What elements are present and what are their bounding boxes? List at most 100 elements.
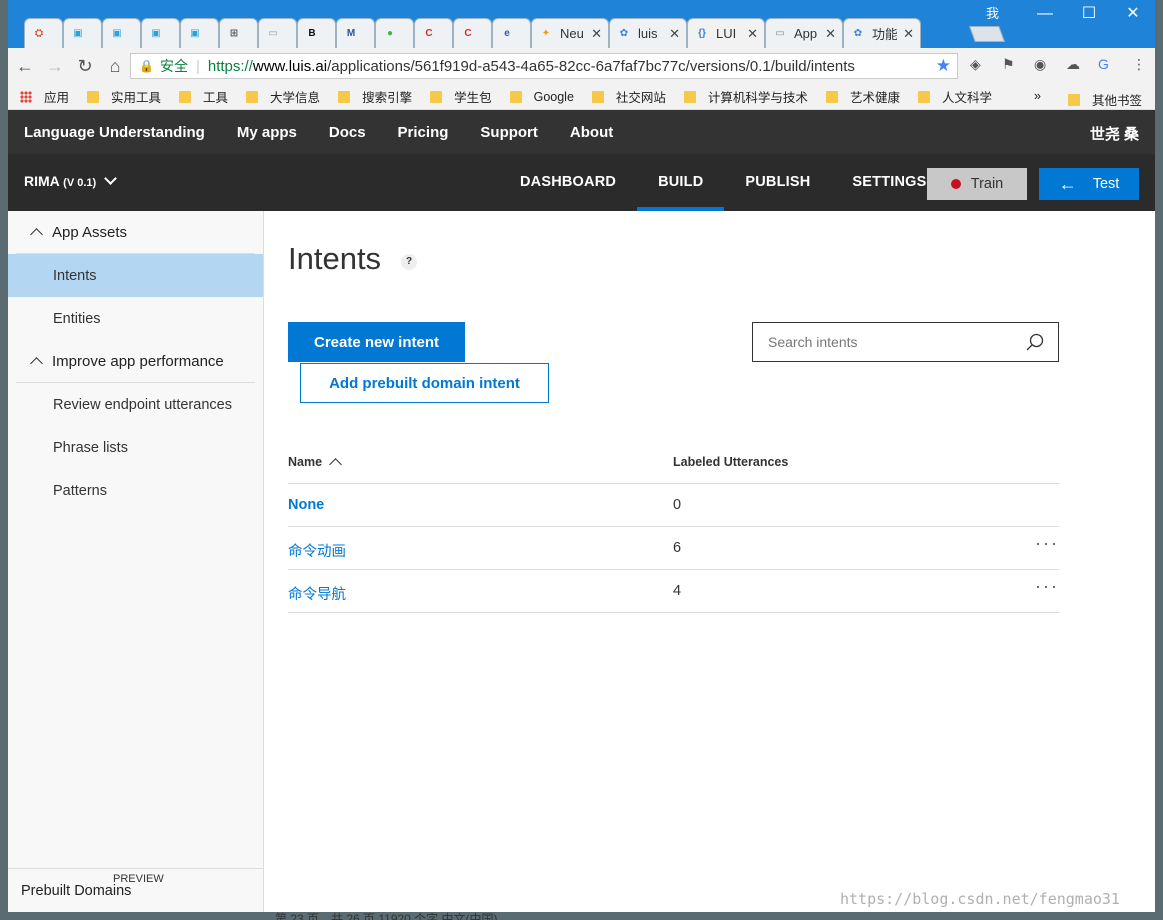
browser-tab[interactable]: {} LUI ✕ xyxy=(687,18,765,48)
profile-indicator[interactable]: 我 xyxy=(986,3,999,22)
browser-tab[interactable]: C xyxy=(414,18,453,48)
browser-tab[interactable]: e xyxy=(492,18,531,48)
close-tab-icon[interactable]: ✕ xyxy=(903,26,914,42)
column-count-header[interactable]: Labeled Utterances xyxy=(673,455,788,469)
close-tab-icon[interactable]: ✕ xyxy=(825,26,836,42)
maximize-icon[interactable]: ☐ xyxy=(1067,0,1111,30)
sidebar-section-improve[interactable]: Improve app performance xyxy=(16,340,255,383)
browser-tab[interactable]: ⛭ xyxy=(24,18,63,48)
sidebar-footer-prebuilt-domains[interactable]: PREVIEW Prebuilt Domains xyxy=(8,868,263,912)
intent-name-link[interactable]: 命令导航 xyxy=(288,583,346,604)
tab-favicon-icon: ▭ xyxy=(775,28,785,39)
sidebar-section-app-assets[interactable]: App Assets xyxy=(16,211,255,254)
sidebar-item-phrase-lists[interactable]: Phrase lists xyxy=(8,426,263,469)
browser-tab[interactable]: ▣ xyxy=(141,18,180,48)
extension-icon[interactable]: ◈ xyxy=(970,56,981,73)
create-intent-button[interactable]: Create new intent xyxy=(288,322,465,362)
browser-tab[interactable]: ▭ App ✕ xyxy=(765,18,843,48)
sidebar-item-review-endpoint[interactable]: Review endpoint utterances xyxy=(8,383,263,426)
nav-about[interactable]: About xyxy=(570,124,613,141)
browser-tab[interactable]: ▣ xyxy=(180,18,219,48)
bookmark-item[interactable]: 工具 xyxy=(179,87,228,106)
sidebar-item-entities[interactable]: Entities xyxy=(8,297,263,340)
app-selector[interactable]: RIMA (V 0.1) xyxy=(24,172,117,189)
tab-build[interactable]: BUILD xyxy=(637,154,725,211)
bookmark-item[interactable]: 应用 xyxy=(20,87,69,106)
tab-favicon-icon: C xyxy=(464,28,472,39)
intent-name-link[interactable]: 命令动画 xyxy=(288,540,346,561)
browser-tab[interactable]: C xyxy=(453,18,492,48)
bookmark-item[interactable]: 实用工具 xyxy=(87,87,161,106)
user-name[interactable]: 世尧 桑 xyxy=(1090,123,1139,144)
close-window-icon[interactable]: ✕ xyxy=(1111,0,1155,30)
nav-language-understanding[interactable]: Language Understanding xyxy=(24,124,205,141)
browser-tab[interactable]: B xyxy=(297,18,336,48)
search-icon[interactable] xyxy=(1026,333,1044,351)
tab-favicon-icon: ● xyxy=(386,28,394,39)
other-bookmarks[interactable]: 其他书签 xyxy=(1068,90,1142,109)
address-bar[interactable]: 🔒 安全 | https://www.luis.ai/applications/… xyxy=(130,53,958,79)
sidebar-item-intents[interactable]: Intents xyxy=(8,254,263,297)
minimize-icon[interactable]: — xyxy=(1023,0,1067,30)
tab-publish[interactable]: PUBLISH xyxy=(724,154,831,211)
utterance-count: 4 xyxy=(673,583,682,599)
flag-icon[interactable]: ⚑ xyxy=(1002,56,1015,73)
forward-icon[interactable]: → xyxy=(42,56,68,77)
help-icon[interactable]: ? xyxy=(401,254,417,270)
browser-tab[interactable]: ▣ xyxy=(63,18,102,48)
bookmark-item[interactable]: 艺术健康 xyxy=(825,87,900,106)
app-subnav: RIMA (V 0.1) DASHBOARD BUILD PUBLISH SET… xyxy=(8,154,1155,211)
nav-my-apps[interactable]: My apps xyxy=(237,124,297,141)
more-options-icon[interactable]: ··· xyxy=(1035,533,1059,554)
reload-icon[interactable]: ↻ xyxy=(72,56,98,77)
browser-tab[interactable]: ✿ luis ✕ xyxy=(609,18,687,48)
new-tab-button[interactable] xyxy=(969,26,1005,42)
back-icon[interactable]: ← xyxy=(12,56,38,77)
nav-pricing[interactable]: Pricing xyxy=(398,124,449,141)
bookmark-label: 实用工具 xyxy=(111,91,162,105)
cloud-icon[interactable]: ☁ xyxy=(1066,56,1080,73)
browser-tab[interactable]: ✿ 功能 ✕ xyxy=(843,18,921,48)
bookmark-star-icon[interactable]: ★ xyxy=(936,56,951,76)
browser-tab[interactable]: ⊞ xyxy=(219,18,258,48)
folder-icon xyxy=(179,90,192,103)
add-prebuilt-intent-button[interactable]: Add prebuilt domain intent xyxy=(300,363,549,403)
home-icon[interactable]: ⌂ xyxy=(102,56,128,77)
nav-support[interactable]: Support xyxy=(480,124,538,141)
close-tab-icon[interactable]: ✕ xyxy=(591,26,602,42)
bookmark-item[interactable]: Google xyxy=(509,90,574,104)
translate-icon[interactable]: G xyxy=(1098,56,1109,72)
more-options-icon[interactable]: ··· xyxy=(1035,576,1059,597)
sidebar-item-patterns[interactable]: Patterns xyxy=(8,469,263,512)
browser-tab[interactable]: M xyxy=(336,18,375,48)
close-tab-icon[interactable]: ✕ xyxy=(669,26,680,42)
intent-name-link[interactable]: None xyxy=(288,497,324,513)
close-tab-icon[interactable]: ✕ xyxy=(747,26,758,42)
bookmark-item[interactable]: 学生包 xyxy=(430,87,492,106)
bookmark-item[interactable]: 社交网站 xyxy=(591,87,666,106)
untrained-status-icon xyxy=(950,179,961,189)
test-button[interactable]: ← Test xyxy=(1039,168,1139,200)
menu-icon[interactable]: ⋮ xyxy=(1132,56,1146,73)
column-name-header[interactable]: Name xyxy=(288,455,342,471)
bookmark-item[interactable]: 大学信息 xyxy=(246,87,320,106)
secure-label: 安全 xyxy=(159,58,188,74)
train-button[interactable]: Train xyxy=(927,168,1027,200)
table-row: 命令动画 6 ··· xyxy=(288,527,1059,570)
bookmark-item[interactable]: 搜索引擎 xyxy=(338,87,412,106)
search-input[interactable] xyxy=(753,334,1013,350)
browser-tab[interactable]: ▣ xyxy=(102,18,141,48)
browser-tab[interactable]: ✦ Neu ✕ xyxy=(531,18,609,48)
bookmark-label: 工具 xyxy=(203,91,229,105)
browser-tab[interactable]: ▭ xyxy=(258,18,297,48)
bookmark-item[interactable]: 人文科学 xyxy=(917,87,992,106)
ghost-icon[interactable]: ◉ xyxy=(1034,56,1046,73)
tab-dashboard[interactable]: DASHBOARD xyxy=(499,154,637,211)
bookmark-item[interactable]: 计算机科学与技术 xyxy=(683,87,808,106)
app-name: RIMA xyxy=(24,173,60,189)
bookmarks-more-icon[interactable]: » xyxy=(1034,89,1041,103)
tab-title: App xyxy=(794,26,818,41)
nav-docs[interactable]: Docs xyxy=(329,124,366,141)
test-label: Test xyxy=(1092,176,1120,192)
browser-tab[interactable]: ● xyxy=(375,18,414,48)
